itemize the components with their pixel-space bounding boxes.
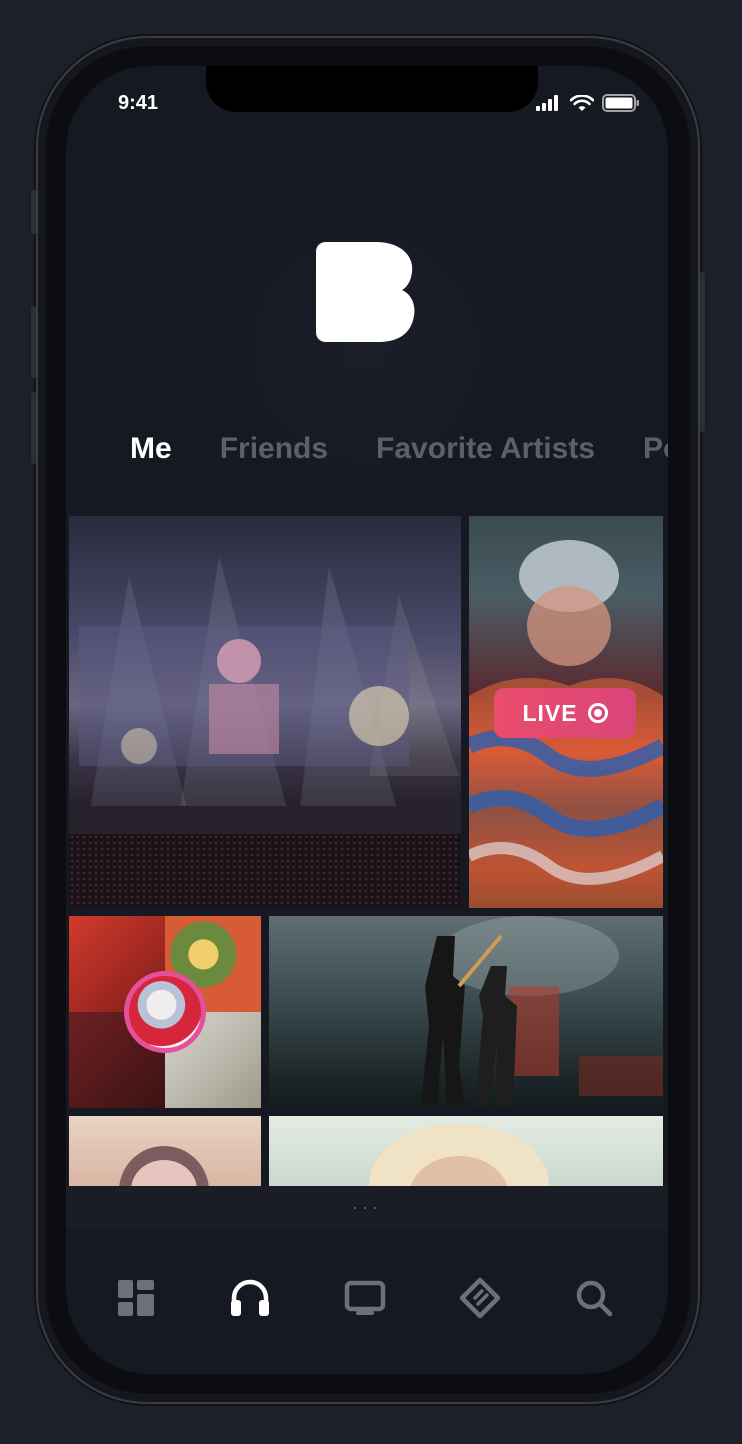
power-button — [700, 272, 705, 432]
app-logo — [316, 242, 415, 342]
live-badge[interactable]: LIVE — [494, 688, 636, 738]
status-icons — [536, 94, 640, 112]
status-time: 9:41 — [118, 92, 159, 114]
screen: 9:41 Me Friends Favorite Artists Po — [66, 66, 668, 1374]
tab-friends[interactable]: Friends — [220, 432, 328, 466]
friend-avatar[interactable] — [124, 971, 206, 1053]
singer-tile[interactable] — [269, 1116, 663, 1186]
collage-tile[interactable] — [69, 916, 261, 1108]
ticket-icon[interactable] — [458, 1276, 502, 1320]
headphones-icon[interactable] — [228, 1276, 272, 1320]
notch — [206, 66, 538, 112]
search-icon[interactable] — [572, 1276, 616, 1320]
bottom-tab-bar — [66, 1228, 668, 1374]
sheet-handle[interactable]: ··· — [66, 1186, 668, 1228]
tab-favorite-artists[interactable]: Favorite Artists — [376, 432, 595, 466]
wifi-icon — [570, 94, 594, 111]
live-badge-label: LIVE — [522, 699, 578, 726]
tab-me[interactable]: Me — [130, 432, 172, 466]
concert-photo — [69, 556, 461, 908]
tab-partial[interactable]: Po — [643, 432, 668, 466]
live-record-icon — [587, 703, 608, 723]
concert-tile[interactable] — [69, 516, 461, 908]
portrait-tile[interactable] — [69, 1116, 261, 1186]
guitar-show-tile[interactable] — [269, 916, 663, 1108]
tv-icon[interactable] — [343, 1276, 387, 1320]
signal-icon — [536, 95, 558, 111]
tab-bar-top: Me Friends Favorite Artists Po — [130, 432, 668, 466]
mute-switch — [31, 190, 36, 234]
volume-up-button — [31, 306, 36, 378]
dashboard-icon[interactable] — [114, 1276, 158, 1320]
volume-down-button — [31, 392, 36, 464]
battery-icon — [602, 94, 639, 112]
guitar-photo — [421, 916, 663, 1106]
live-stream-tile[interactable]: LIVE — [469, 516, 663, 908]
media-grid: LIVE — [69, 516, 663, 1186]
